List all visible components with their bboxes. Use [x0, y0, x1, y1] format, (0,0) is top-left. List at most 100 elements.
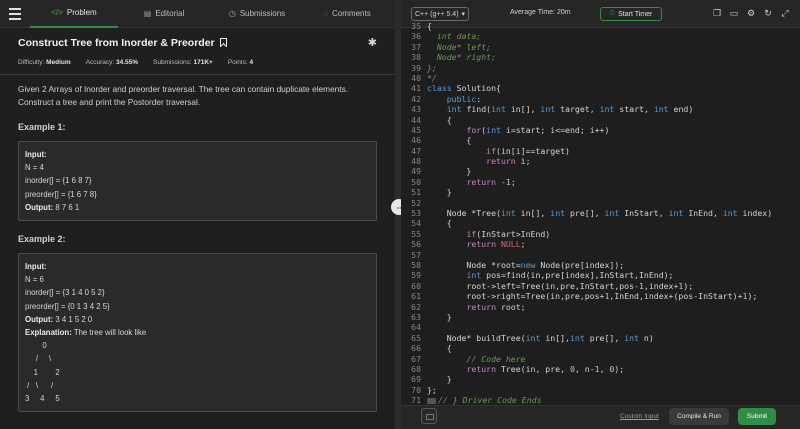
clock-icon: ◷ — [228, 9, 236, 18]
line-number: 67 — [411, 353, 421, 364]
fold-icon[interactable] — [427, 397, 436, 404]
accuracy-value: 34.55% — [115, 59, 139, 66]
line-number: 54 — [411, 218, 421, 229]
code-line: 38 Node* right; — [401, 52, 800, 62]
bookmark-icon[interactable] — [219, 38, 227, 47]
code-line: 46 { — [401, 135, 800, 145]
example-2-box: Input: N = 6 inorder[] = {3 1 4 0 5 2} p… — [18, 253, 377, 413]
tab-editorial-label: Editorial — [155, 9, 185, 18]
line-number: 42 — [411, 93, 421, 104]
tree-line: 3 4 5 — [25, 394, 60, 404]
code-icon: </> — [51, 8, 63, 17]
accuracy: Accuracy: 34.55% — [86, 59, 138, 66]
line-number: 48 — [411, 156, 421, 167]
timer-icon: ⏱ — [609, 10, 616, 17]
problem-title: Construct Tree from Inorder & Preorder — [18, 37, 227, 49]
line-number: 46 — [411, 135, 421, 146]
code-line: 47 if(in[i]==target) — [401, 146, 800, 156]
example-line: preorder[] = {0 1 3 4 2 5} — [25, 301, 110, 311]
difficulty-value: Medium — [46, 59, 71, 66]
chevron-down-icon: ▾ — [461, 11, 466, 18]
menu-icon[interactable] — [0, 0, 30, 28]
language-select[interactable]: C++ (g++ 5.4) ▾ — [411, 7, 469, 21]
line-number: 66 — [411, 343, 421, 354]
problem-description: Given 2 Arrays of Inorder and preorder t… — [18, 84, 349, 107]
tree-line: / \ — [25, 354, 51, 364]
code-line: 70}; — [401, 385, 800, 395]
line-number: 39 — [411, 62, 421, 73]
document-icon: ▤ — [143, 9, 152, 18]
line-number: 49 — [411, 166, 421, 177]
reset-icon[interactable]: ↻ — [763, 8, 773, 18]
comment-icon: ◌ — [323, 9, 329, 18]
code-line: 52 — [401, 198, 800, 208]
accuracy-label: Accuracy: — [85, 59, 115, 66]
example-1-box: Input: N = 4 inorder[] = {1 6 8 7} preor… — [18, 141, 377, 222]
line-number: 63 — [411, 311, 421, 322]
output-label: Output: — [25, 314, 54, 324]
line-number: 45 — [411, 124, 421, 135]
problem-content: Construct Tree from Inorder & Preorder ✱… — [0, 28, 395, 418]
compile-run-button[interactable]: Compile & Run — [669, 408, 729, 425]
file-icon[interactable]: ▭ — [729, 8, 739, 18]
code-line: 66 { — [401, 343, 800, 353]
line-number: 50 — [411, 176, 421, 187]
problem-meta: Difficulty: Medium Accuracy: 34.55% Subm… — [18, 59, 377, 66]
app: </> Problem ▤ Editorial ◷ Submissions ◌ … — [0, 0, 800, 429]
code-line: 68 return Tree(in, pre, 0, n-1, 0); — [401, 364, 800, 374]
code-line: 49 } — [401, 166, 800, 176]
fullscreen-icon[interactable]: ⤢ — [780, 8, 790, 18]
line-number: 57 — [411, 249, 421, 260]
line-number: 60 — [411, 280, 421, 291]
line-number: 69 — [411, 374, 421, 385]
custom-input-link[interactable]: Custom Input — [620, 413, 659, 420]
example-line: N = 4 — [25, 163, 44, 173]
problem-header: Construct Tree from Inorder & Preorder ✱ — [18, 36, 377, 50]
code-line: 65 Node* buildTree(int in[],int pre[], i… — [401, 333, 800, 343]
divider — [0, 74, 395, 75]
code-line: 35{ — [401, 21, 800, 31]
line-number: 56 — [411, 239, 421, 250]
code-line: 48 return i; — [401, 156, 800, 166]
example-line: N = 6 — [25, 275, 44, 285]
submissions-value: 171K+ — [193, 59, 213, 66]
code-line: 60 root->left=Tree(in,pre,InStart,pos-1,… — [401, 281, 800, 291]
code-line: 45 for(int i=start; i<=end; i++) — [401, 125, 800, 135]
output-line: Output: 3 4 1 5 2 0 — [25, 313, 370, 326]
code-line: 41 class Solution{ — [401, 83, 800, 93]
line-number: 41 — [411, 83, 421, 94]
line-number: 37 — [411, 41, 421, 52]
code-line: 57 — [401, 250, 800, 260]
line-number: 44 — [411, 114, 421, 125]
copy-icon[interactable]: ❐ — [712, 8, 722, 18]
tab-editorial[interactable]: ▤ Editorial — [118, 0, 210, 28]
tab-problem[interactable]: </> Problem — [30, 0, 118, 28]
submit-button[interactable]: Submit — [738, 408, 776, 425]
line-number: 36 — [411, 31, 421, 42]
code-line: 44 { — [401, 115, 800, 125]
problem-pane: </> Problem ▤ Editorial ◷ Submissions ◌ … — [0, 0, 395, 429]
line-number: 68 — [411, 363, 421, 374]
code-line: 59 int pos=find(in,pre[index],InStart,In… — [401, 270, 800, 280]
points: Points: 4 — [228, 59, 253, 66]
start-timer-button[interactable]: ⏱ Start Timer — [600, 7, 662, 21]
settings-icon[interactable]: ⚙ — [746, 8, 756, 18]
input-label: Input: — [25, 262, 47, 272]
code-line: 40 */ — [401, 73, 800, 83]
tab-submissions[interactable]: ◷ Submissions — [210, 0, 304, 28]
line-number: 61 — [411, 291, 421, 302]
example-2-title: Example 2: — [18, 234, 66, 245]
code-line: 54 { — [401, 218, 800, 228]
line-number: 53 — [411, 208, 421, 219]
line-number: 51 — [411, 187, 421, 198]
console-toggle-icon[interactable] — [421, 408, 437, 424]
code-editor[interactable]: 35{ 36 int data; 37 Node* left; 38 Node*… — [401, 21, 800, 405]
input-label: Input: — [25, 150, 47, 159]
line-number: 35 — [411, 21, 421, 31]
tab-comments[interactable]: ◌ Comments — [304, 0, 390, 28]
report-bug-icon[interactable]: ✱ — [368, 36, 377, 49]
code-line: 69 } — [401, 374, 800, 384]
line-number: 55 — [411, 228, 421, 239]
editor-actions: ❐ ▭ ⚙ ↻ ⤢ — [712, 8, 790, 18]
tab-bar: </> Problem ▤ Editorial ◷ Submissions ◌ … — [0, 0, 395, 28]
